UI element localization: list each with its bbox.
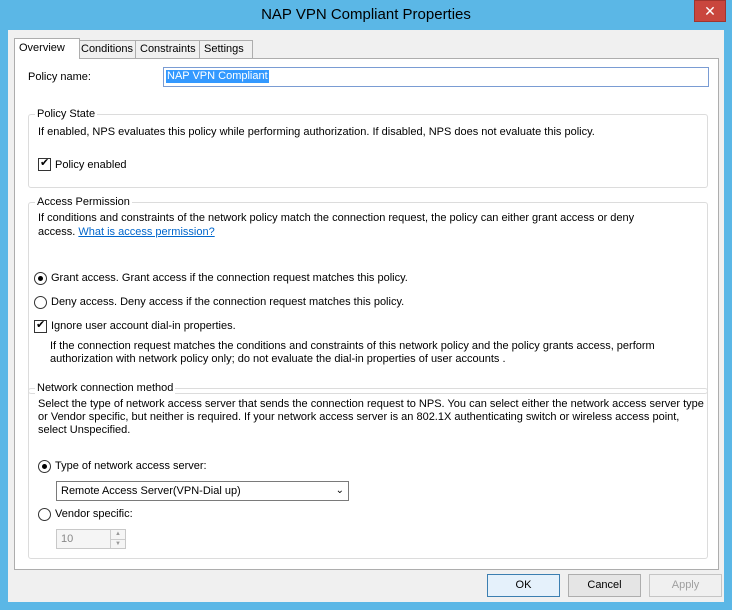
ignore-dialin-checkbox[interactable]: ✔: [34, 319, 47, 333]
access-permission-title: Access Permission: [35, 196, 132, 208]
cancel-button[interactable]: Cancel: [568, 574, 641, 597]
policy-state-description: If enabled, NPS evaluates this policy wh…: [38, 126, 595, 138]
policy-enabled-checkbox[interactable]: ✔: [38, 157, 51, 171]
access-permission-description-2: access. What is access permission?: [38, 226, 215, 238]
policy-name-input[interactable]: NAP VPN Compliant: [163, 67, 709, 87]
network-method-description-2: or Vendor specific, but neither is requi…: [38, 411, 680, 423]
vendor-specific-radio[interactable]: [38, 508, 51, 521]
what-is-access-permission-link[interactable]: What is access permission?: [78, 226, 214, 238]
grant-access-radio[interactable]: [34, 272, 47, 285]
network-method-description: Select the type of network access server…: [38, 398, 704, 410]
tab-constraints[interactable]: Constraints: [135, 40, 203, 58]
access-permission-description: If conditions and constraints of the net…: [38, 212, 635, 224]
close-button[interactable]: ✕: [694, 0, 726, 22]
policy-name-label: Policy name:: [28, 71, 91, 83]
close-icon: ✕: [704, 3, 716, 19]
overview-tab-page: Policy name: NAP VPN Compliant Policy St…: [14, 58, 719, 570]
policy-state-group: Policy State If enabled, NPS evaluates t…: [28, 108, 708, 188]
policy-enabled-label[interactable]: Policy enabled: [55, 159, 127, 171]
properties-dialog: NAP VPN Compliant Properties ✕ Overview …: [0, 0, 732, 610]
network-connection-method-title: Network connection method: [35, 382, 176, 394]
nas-type-dropdown[interactable]: Remote Access Server(VPN-Dial up) ⌄: [56, 481, 349, 501]
network-method-description-3: select Unspecified.: [38, 424, 131, 436]
tab-settings[interactable]: Settings: [199, 40, 253, 58]
type-of-nas-radio[interactable]: [38, 460, 51, 473]
ignore-dialin-description-2: authorization with network policy only; …: [50, 353, 506, 365]
deny-access-radio[interactable]: [34, 296, 47, 309]
stepper-down-icon[interactable]: ▼: [110, 539, 125, 548]
radio-dot-icon: [42, 464, 47, 469]
ignore-dialin-description: If the connection request matches the co…: [50, 340, 655, 352]
radio-dot-icon: [38, 276, 43, 281]
apply-button[interactable]: Apply: [649, 574, 722, 597]
checkmark-icon: ✔: [40, 157, 50, 169]
policy-state-title: Policy State: [35, 108, 98, 120]
nas-type-value: Remote Access Server(VPN-Dial up): [61, 485, 241, 497]
tab-conditions[interactable]: Conditions: [76, 40, 139, 58]
vendor-specific-value: 10: [61, 533, 74, 545]
vendor-specific-stepper[interactable]: 10 ▲ ▼: [56, 529, 126, 549]
access-permission-group: Access Permission If conditions and cons…: [28, 196, 708, 394]
checkmark-icon: ✔: [36, 319, 46, 331]
type-of-nas-label[interactable]: Type of network access server:: [55, 460, 207, 472]
deny-access-label[interactable]: Deny access. Deny access if the connecti…: [51, 296, 404, 308]
chevron-down-icon: ⌄: [335, 485, 344, 496]
window-title: NAP VPN Compliant Properties: [261, 6, 471, 23]
ok-button[interactable]: OK: [487, 574, 560, 597]
vendor-specific-label[interactable]: Vendor specific:: [55, 508, 133, 520]
stepper-up-icon[interactable]: ▲: [110, 530, 125, 539]
tab-overview[interactable]: Overview: [14, 38, 80, 59]
dialog-client-area: Overview Conditions Constraints Settings…: [8, 30, 724, 602]
grant-access-label[interactable]: Grant access. Grant access if the connec…: [51, 272, 408, 284]
ignore-dialin-label[interactable]: Ignore user account dial-in properties.: [51, 320, 236, 332]
network-connection-method-group: Network connection method Select the typ…: [28, 382, 708, 559]
policy-name-value: NAP VPN Compliant: [166, 70, 269, 83]
title-bar[interactable]: NAP VPN Compliant Properties ✕: [0, 0, 732, 30]
